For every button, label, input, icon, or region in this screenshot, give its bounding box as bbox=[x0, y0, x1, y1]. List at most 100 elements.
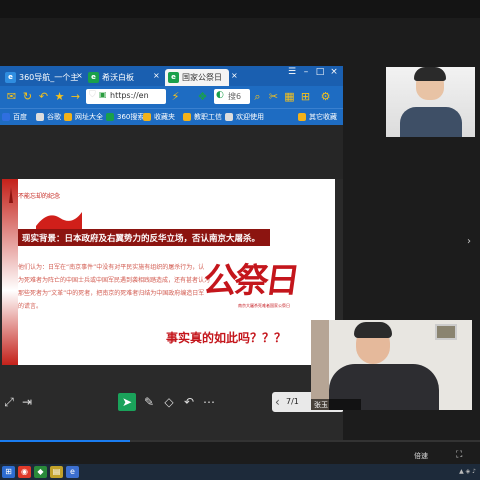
bookmark-item[interactable]: 网址大全 bbox=[64, 112, 103, 122]
red-flag-decoration bbox=[36, 212, 82, 230]
fullscreen-icon[interactable]: ⛶ bbox=[456, 450, 462, 460]
presentation-slide: 不能忘却的纪念 现实背景：日本政府及右翼势力的反华立场，否认南京大屠杀。 他们认… bbox=[2, 179, 335, 365]
maximize-icon[interactable]: □ bbox=[313, 67, 327, 77]
bookmark-label: 其它收藏 bbox=[309, 113, 337, 121]
bookmark-label: 百度 bbox=[13, 113, 27, 121]
arrow-icon[interactable]: → bbox=[68, 89, 83, 104]
slide-headline: 现实背景：日本政府及右翼势力的反华立场，否认南京大屠杀。 bbox=[18, 229, 270, 246]
close-window-icon[interactable]: × bbox=[327, 67, 341, 77]
progress-fill bbox=[0, 440, 130, 442]
person-hair bbox=[354, 322, 392, 338]
system-tray: ▲ ◈ ♪ bbox=[459, 468, 476, 475]
bookmark-label: 360搜索 bbox=[117, 113, 145, 121]
browser-toolbar: ✉ ↻ ↶ ★ → ⛉ ▣ https://en ⚡ ❖ ◐ 搜6 ⌕ ✂ ▦ … bbox=[0, 86, 343, 108]
bookmark-item[interactable]: 欢迎使用 bbox=[225, 112, 264, 122]
page-icon bbox=[225, 113, 233, 121]
bookmark-item[interactable]: 收藏夹 bbox=[143, 112, 175, 122]
slide-question: 事实真的如此吗？？？ bbox=[166, 331, 287, 345]
pointer-icon[interactable]: ➤ bbox=[118, 393, 136, 411]
close-icon[interactable]: × bbox=[76, 71, 83, 80]
browser-e-icon: e bbox=[88, 72, 99, 83]
star-icon[interactable]: ★ bbox=[52, 89, 67, 104]
settings-icon[interactable]: ⚙ bbox=[318, 89, 333, 104]
folder-icon bbox=[64, 113, 72, 121]
person-hair bbox=[414, 67, 446, 81]
taskbar: ⊞ ◉ ◆ ▤ e ▲ ◈ ♪ bbox=[0, 464, 480, 480]
calligraphy-subtitle: 南京大屠杀死难者国家公祭日 bbox=[238, 303, 290, 308]
participant-video-1[interactable] bbox=[386, 67, 475, 137]
slide-body-text: 他们认为：日军在“南京事件”中没有对平民实施有组织的屠杀行为，认为死难者为阵亡的… bbox=[18, 264, 211, 310]
folder-icon[interactable]: ▤ bbox=[50, 466, 63, 478]
speed-button[interactable]: 倍速 bbox=[414, 451, 428, 461]
search360-icon bbox=[106, 113, 114, 121]
folder-icon bbox=[298, 113, 306, 121]
address-bar[interactable]: ⛉ ▣ https://en bbox=[86, 89, 166, 104]
browser-icon[interactable]: e bbox=[66, 466, 79, 478]
close-icon[interactable]: × bbox=[231, 71, 238, 80]
page-number: 7/1 bbox=[286, 397, 299, 406]
tab-label: 希沃白板 bbox=[102, 73, 134, 82]
shield-icon: ⛉ bbox=[89, 90, 96, 100]
undo-icon[interactable]: ↶ bbox=[180, 393, 198, 411]
minimize-icon[interactable]: – bbox=[299, 67, 313, 77]
start-icon[interactable]: ⊞ bbox=[2, 466, 15, 478]
browser-e-icon: e bbox=[168, 72, 179, 83]
person-body bbox=[400, 107, 462, 137]
lock-icon: ▣ bbox=[99, 90, 107, 99]
shared-screen: e 360导航_一个主 × e 希沃白板 × e 国家公祭日 × ☰ – □ × ✉ … bbox=[0, 66, 343, 440]
search-engine-icon: ◐ bbox=[216, 90, 224, 100]
exit-icon[interactable]: ⇥ bbox=[18, 393, 36, 411]
playback-progress[interactable] bbox=[0, 440, 480, 442]
bookmark-label: 网址大全 bbox=[75, 113, 103, 121]
refresh-icon[interactable]: ↻ bbox=[20, 89, 35, 104]
bookmark-item[interactable]: 谷歌 bbox=[36, 112, 61, 122]
monument-icon bbox=[9, 187, 13, 203]
search-text: 搜6 bbox=[228, 92, 242, 101]
back-icon[interactable]: ↶ bbox=[36, 89, 51, 104]
tab-memorial-day[interactable]: e 国家公祭日 bbox=[165, 69, 229, 86]
top-bar bbox=[0, 0, 480, 18]
flame-decoration bbox=[2, 179, 18, 365]
close-icon[interactable]: × bbox=[153, 71, 160, 80]
tab-label: 360导航_一个主 bbox=[19, 73, 79, 82]
page-icon bbox=[36, 113, 44, 121]
prev-page-icon[interactable]: ‹ bbox=[275, 395, 280, 409]
search-input[interactable]: ◐ 搜6 bbox=[214, 89, 250, 104]
bookmark-label: 教职工信 bbox=[194, 113, 222, 121]
search-icon[interactable]: ⌕ bbox=[250, 89, 265, 104]
remember-label: 不能忘却的纪念 bbox=[18, 193, 61, 200]
background-door bbox=[311, 320, 329, 410]
cart-icon[interactable]: ⊞ bbox=[298, 89, 313, 104]
browser-tab-bar: e 360导航_一个主 × e 希沃白板 × e 国家公祭日 × ☰ – □ × bbox=[0, 66, 343, 86]
app-icon[interactable]: ◆ bbox=[34, 466, 47, 478]
pen-icon[interactable]: ✎ bbox=[140, 393, 158, 411]
bookmark-item[interactable]: 百度 bbox=[2, 112, 27, 122]
address-text: https://en bbox=[110, 91, 149, 100]
leaf-icon[interactable]: ❖ bbox=[195, 89, 210, 104]
bookmarks-bar: 百度 谷歌 网址大全 360搜索 收藏夹 教职工信 欢迎使用 其它收藏 bbox=[0, 108, 343, 125]
calligraphy-title: 公祭日 bbox=[200, 261, 300, 301]
browser-e-icon: e bbox=[5, 72, 16, 83]
participant-video-2[interactable]: 张玉 bbox=[311, 320, 472, 410]
menu-icon[interactable]: ☰ bbox=[285, 67, 299, 77]
grid-icon[interactable]: ▦ bbox=[282, 89, 297, 104]
expand-icon[interactable]: ⤢ bbox=[0, 393, 18, 411]
whiteboard-header bbox=[0, 125, 343, 179]
bookmark-item[interactable]: 教职工信 bbox=[183, 112, 222, 122]
chrome-icon[interactable]: ◉ bbox=[18, 466, 31, 478]
bookmark-label: 谷歌 bbox=[47, 113, 61, 121]
tool-icon[interactable]: ✂ bbox=[266, 89, 281, 104]
bookmark-item[interactable]: 其它收藏 bbox=[298, 112, 337, 122]
eraser-icon[interactable]: ◇ bbox=[160, 393, 178, 411]
folder-icon bbox=[183, 113, 191, 121]
bookmark-item[interactable]: 360搜索 bbox=[106, 112, 144, 122]
more-icon[interactable]: ⋯ bbox=[200, 393, 218, 411]
next-arrow-icon[interactable]: › bbox=[467, 236, 471, 247]
lightning-icon[interactable]: ⚡ bbox=[168, 89, 183, 104]
mail-icon[interactable]: ✉ bbox=[4, 89, 19, 104]
tab-label: 国家公祭日 bbox=[182, 73, 222, 82]
baidu-icon bbox=[2, 113, 10, 121]
participant-name: 张玉 bbox=[311, 399, 361, 410]
bookmark-label: 欢迎使用 bbox=[236, 113, 264, 121]
background-picture bbox=[435, 324, 457, 340]
